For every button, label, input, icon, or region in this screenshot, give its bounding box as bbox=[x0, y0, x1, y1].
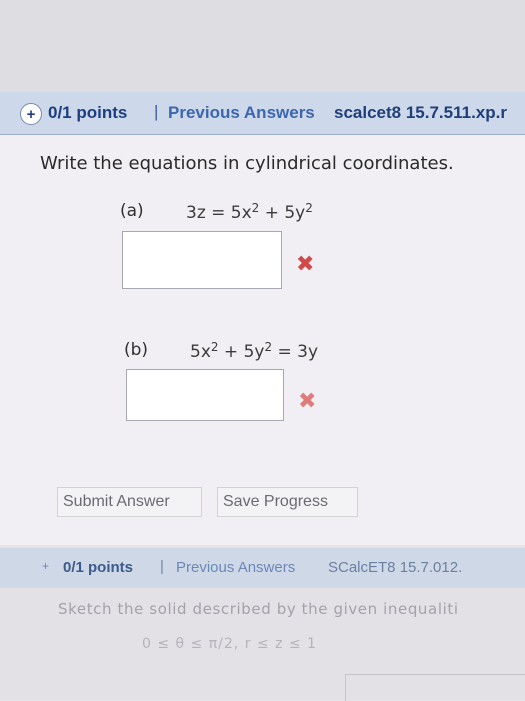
save-progress-button[interactable]: Save Progress bbox=[217, 487, 358, 517]
question-body: Write the equations in cylindrical coord… bbox=[0, 135, 525, 545]
next-problem-id: SCalcET8 15.7.012. bbox=[328, 559, 463, 576]
part-a-answer-input[interactable] bbox=[122, 231, 282, 289]
part-a-equation: 3z = 5x2 + 5y2 bbox=[186, 201, 313, 223]
header-separator: | bbox=[154, 102, 159, 121]
wrong-x-icon: ✖ bbox=[298, 389, 317, 414]
inequality-text: 0 ≤ θ ≤ π/2, r ≤ z ≤ 1 bbox=[142, 636, 317, 652]
part-b-label: (b) bbox=[124, 340, 149, 360]
part-a-label: (a) bbox=[120, 201, 144, 221]
part-b-equation: 5x2 + 5y2 = 3y bbox=[190, 340, 319, 362]
sketch-area-frame bbox=[345, 674, 525, 701]
next-header-separator: | bbox=[160, 558, 164, 575]
next-question-body: Sketch the solid described by the given … bbox=[0, 588, 525, 701]
wrong-x-icon: ✖ bbox=[296, 252, 315, 277]
next-points-label: 0/1 points bbox=[63, 559, 134, 576]
next-question-prompt: Sketch the solid described by the given … bbox=[58, 600, 459, 618]
part-b-answer-input[interactable] bbox=[126, 369, 284, 421]
problem-id: scalcet8 15.7.511.xp.r bbox=[334, 103, 507, 122]
points-label: 0/1 points bbox=[48, 103, 128, 122]
submit-answer-button[interactable]: Submit Answer bbox=[57, 487, 202, 517]
next-previous-answers-link[interactable]: Previous Answers bbox=[176, 559, 295, 576]
expand-plus-icon[interactable]: + bbox=[42, 559, 49, 573]
question-prompt: Write the equations in cylindrical coord… bbox=[40, 153, 454, 174]
next-question-header: + 0/1 points | Previous Answers SCalcET8… bbox=[0, 548, 525, 588]
top-background bbox=[0, 0, 525, 92]
previous-answers-link[interactable]: Previous Answers bbox=[168, 103, 315, 123]
question-header: + 0/1 points | Previous Answers scalcet8… bbox=[0, 92, 525, 135]
expand-plus-icon[interactable]: + bbox=[20, 103, 42, 125]
